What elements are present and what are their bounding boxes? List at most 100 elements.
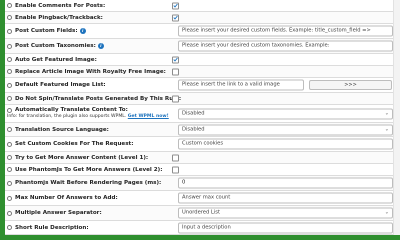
help-circle-icon[interactable] [7,57,12,62]
more-answer-1-checkbox[interactable] [172,154,179,161]
row-custom-cookies: Set Custom Cookies For The Request: Cust… [5,137,393,152]
row-custom-taxonomies: Post Custom Taxonomies: i Please insert y… [5,39,393,54]
checkmark-icon [173,57,178,62]
max-answers-input[interactable]: Answer max count [178,192,393,204]
row-short-description: Short Rule Description: Input a descript… [5,221,393,235]
rule-settings-form: Enable Comments For Posts: Enable Pingba… [5,0,393,235]
help-circle-icon[interactable] [7,141,12,147]
checkmark-icon [173,15,178,20]
enable-pingback-checkbox[interactable] [172,14,179,21]
label-max-answers: Max Number Of Answers to Add: [15,195,118,201]
row-enable-comments: Enable Comments For Posts: [5,0,393,12]
label-wrap: Post Custom Taxonomies: i [7,43,104,49]
label-wrap: Enable Comments For Posts: [7,3,105,9]
row-enable-pingback: Enable Pingback/Trackback: [5,12,393,24]
label-wrap: Phantomjs Wait Before Rendering Pages (m… [7,180,161,186]
help-circle-icon[interactable] [7,43,12,49]
no-spin-checkbox[interactable] [172,95,179,102]
source-language-select[interactable]: Disabled ⌄ [178,124,393,135]
label-no-spin: Do Not Spin/Translate Posts Generated By… [15,95,182,102]
phantomjs-wait-input[interactable]: 0 [178,177,393,189]
translate-language-value: Disabled [182,110,205,116]
chevron-down-icon: ⌄ [384,126,389,132]
label-custom-cookies: Set Custom Cookies For The Request: [15,141,134,147]
checkmark-icon [173,3,178,8]
label-custom-fields: Post Custom Fields: [15,28,78,34]
row-answer-separator: Multiple Answer Separator: Unordered Lis… [5,206,393,221]
help-circle-icon[interactable] [7,210,12,216]
label-answer-separator: Multiple Answer Separator: [15,210,102,216]
label-enable-comments: Enable Comments For Posts: [15,2,106,9]
row-more-answer-2: Use PhantomJs To Get More Answers (Level… [5,164,393,176]
chevron-down-icon: ⌄ [384,209,389,216]
info-icon[interactable]: i [97,43,104,49]
wpml-note: Info: for translation, the plugin also s… [7,114,169,119]
label-phantomjs-wait: Phantomjs Wait Before Rendering Pages (m… [15,180,162,186]
row-auto-translate: Automatically Translate Content To: Info… [5,105,393,123]
label-royalty-free-image: Replace Article Image With Royalty Free … [15,68,166,75]
short-description-input[interactable]: Input a description [178,222,393,233]
label-auto-featured-image: Auto Get Featured Image: [15,56,97,63]
label-default-featured-image: Default Featured Image List: [15,82,106,88]
row-auto-featured-image: Auto Get Featured Image: [5,54,393,66]
label-wrap: Set Custom Cookies For The Request: [7,141,133,147]
royalty-free-image-checkbox[interactable] [172,68,179,75]
help-circle-icon[interactable] [7,195,12,201]
help-circle-icon[interactable] [7,180,12,186]
row-custom-fields: Post Custom Fields: i Please insert your … [5,24,393,39]
label-enable-pingback: Enable Pingback/Trackback: [15,14,103,21]
label-more-answer-1: Try to Get More Answer Content (Level 1)… [15,154,149,161]
row-default-featured-image: Default Featured Image List: Please inse… [5,78,393,93]
label-translation-language: Translation Source Language: [15,126,109,133]
label-wrap: Multiple Answer Separator: [7,210,102,216]
enable-comments-checkbox[interactable] [172,2,179,9]
info-icon[interactable]: i [79,28,86,34]
label-wrap: Enable Pingback/Trackback: [7,15,103,21]
help-circle-icon[interactable] [7,127,12,132]
row-more-answer-1: Try to Get More Answer Content (Level 1)… [5,152,393,164]
help-circle-icon[interactable] [7,96,12,101]
translate-language-select[interactable]: Disabled ⌄ [178,108,393,119]
label-wrap: Default Featured Image List: [7,82,106,88]
default-featured-image-input[interactable]: Please insert the link to a valid image [178,79,304,91]
label-wrap: Replace Article Image With Royalty Free … [7,69,166,75]
help-circle-icon[interactable] [7,107,12,113]
help-circle-icon[interactable] [7,167,12,172]
answer-separator-select[interactable]: Unordered List ⌄ [178,207,393,219]
auto-featured-image-checkbox[interactable] [172,56,179,63]
answer-separator-value: Unordered List [182,209,221,216]
label-auto-translate: Automatically Translate Content To: [15,107,128,113]
label-wrap: Short Rule Description: [7,225,89,231]
help-circle-icon[interactable] [7,155,12,160]
label-wrap: Do Not Spin/Translate Posts Generated By… [7,96,181,102]
featured-image-list-button[interactable]: >>> [309,80,392,90]
custom-taxonomies-input[interactable]: Please insert your desired custom taxono… [178,40,393,52]
scrollbar[interactable] [393,0,400,240]
more-answer-2-checkbox[interactable] [172,166,179,173]
custom-cookies-input[interactable]: Custom cookies [178,138,393,150]
row-max-answers: Max Number Of Answers to Add: Answer max… [5,191,393,206]
source-language-value: Disabled [182,126,205,132]
label-wrap: Post Custom Fields: i [7,28,86,34]
custom-fields-input[interactable]: Please insert your desired custom fields… [178,25,393,37]
label-wrap: Use PhantomJs To Get More Answers (Level… [7,167,162,173]
help-circle-icon[interactable] [7,15,12,20]
label-short-description: Short Rule Description: [15,224,89,231]
label-wrap: Max Number Of Answers to Add: [7,195,118,201]
help-circle-icon[interactable] [7,69,12,74]
chevron-down-icon: ⌄ [384,110,389,116]
row-phantomjs-wait: Phantomjs Wait Before Rendering Pages (m… [5,176,393,191]
help-circle-icon[interactable] [7,28,12,34]
label-more-answer-2: Use PhantomJs To Get More Answers (Level… [15,166,163,173]
label-wrap: Translation Source Language: [7,127,109,133]
row-royalty-free-image: Replace Article Image With Royalty Free … [5,66,393,78]
help-circle-icon[interactable] [7,3,12,8]
help-circle-icon[interactable] [7,82,12,88]
row-no-spin: Do Not Spin/Translate Posts Generated By… [5,93,393,105]
label-wrap: Automatically Translate Content To: Info… [7,107,169,119]
get-wpml-link[interactable]: Get WPML now! [128,114,169,119]
help-circle-icon[interactable] [7,225,12,230]
wpml-note-text: Info: for translation, the plugin also s… [7,114,127,119]
label-wrap: Auto Get Featured Image: [7,57,97,63]
label-wrap: Try to Get More Answer Content (Level 1)… [7,155,148,161]
